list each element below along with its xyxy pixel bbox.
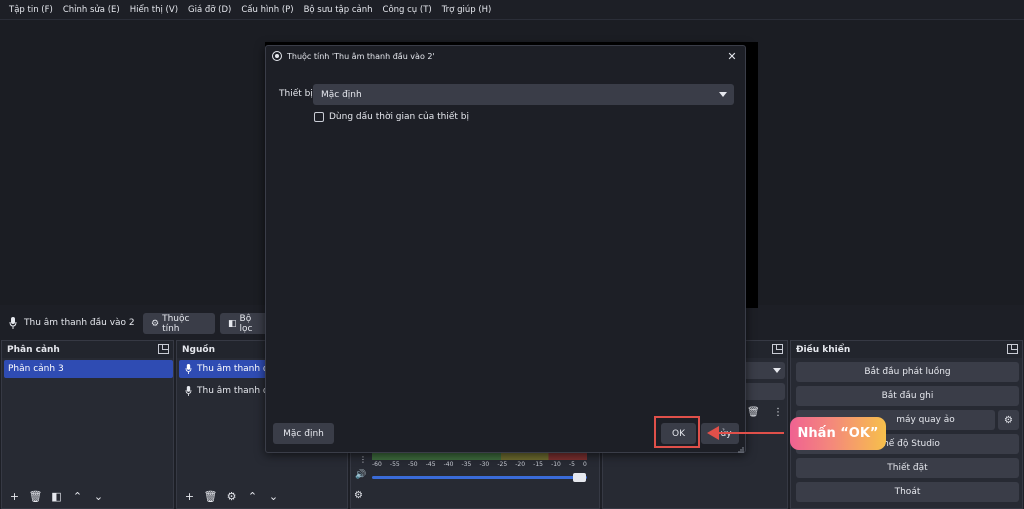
controls-dock-title: Điều khiển	[796, 344, 851, 355]
chevron-down-icon[interactable]: ⌄	[265, 489, 282, 504]
menu-file[interactable]: Tập tin (F)	[4, 5, 58, 15]
volume-slider[interactable]	[372, 476, 587, 479]
studio-mode-label: hế độ Studio	[883, 439, 940, 449]
properties-label: Thuộc tính	[162, 313, 190, 334]
microphone-icon	[185, 364, 192, 377]
annotation-arrow-line	[718, 432, 784, 434]
device-label: Thiết bị	[279, 89, 313, 99]
chevron-up-icon[interactable]: ⌃	[69, 489, 86, 504]
filter-icon: ◧	[228, 318, 237, 329]
undock-icon[interactable]	[772, 344, 783, 354]
trash-icon[interactable]: 🗑	[747, 407, 760, 418]
mixer-settings-icon[interactable]: ⚙	[354, 490, 363, 501]
scene-item[interactable]: Phân cảnh 3	[4, 360, 173, 378]
device-timestamp-checkbox[interactable]: Dùng dấu thời gian của thiết bị	[314, 112, 469, 122]
tick-label: -55	[389, 461, 400, 468]
selected-source-name: Thu âm thanh đầu vào 2	[24, 318, 135, 328]
add-icon[interactable]: +	[6, 489, 23, 504]
annotation-callout: Nhấn “OK”	[790, 417, 886, 450]
menu-view[interactable]: Hiển thị (V)	[125, 5, 183, 15]
tick-label: -35	[461, 461, 472, 468]
device-select[interactable]: Mặc định	[313, 84, 734, 105]
gear-icon: ⚙	[1004, 414, 1013, 426]
transition-select[interactable]	[743, 362, 785, 379]
dialog-title: Thuộc tính 'Thu âm thanh đầu vào 2'	[287, 51, 435, 61]
volume-meter-scale: -60 -55 -50 -45 -40 -35 -30 -25 -20 -15 …	[372, 461, 587, 468]
scenes-dock-title: Phân cảnh	[7, 344, 60, 355]
tick-label: -45	[425, 461, 436, 468]
virtual-camera-settings-button[interactable]: ⚙	[998, 410, 1019, 430]
device-select-value: Mặc định	[321, 89, 362, 100]
start-streaming-button[interactable]: Bắt đầu phát luồng	[796, 362, 1019, 382]
tick-label: -10	[551, 461, 561, 468]
annotation-arrow-icon	[707, 426, 719, 440]
undock-icon[interactable]	[158, 344, 169, 354]
filters-button[interactable]: ◧ Bộ lọc	[220, 313, 270, 334]
resize-grip-icon[interactable]	[738, 446, 744, 453]
scenes-dock: Phân cảnh Phân cảnh 3 + 🗑 ◧ ⌃ ⌄	[1, 340, 174, 509]
obs-logo-icon	[272, 51, 282, 61]
ok-highlight-box	[654, 416, 700, 448]
menu-docks[interactable]: Giá đỡ (D)	[183, 5, 236, 15]
sources-dock-title: Nguồn	[182, 344, 215, 355]
properties-button[interactable]: ⚙ Thuộc tính	[143, 313, 215, 334]
trash-icon[interactable]: 🗑	[27, 489, 44, 504]
filter-icon[interactable]: ◧	[48, 489, 65, 504]
settings-button[interactable]: Thiết đặt	[796, 458, 1019, 478]
menu-tools[interactable]: Công cụ (T)	[378, 5, 437, 15]
tick-label: -15	[533, 461, 543, 468]
menu-scene-collection[interactable]: Bộ sưu tập cảnh	[299, 5, 378, 15]
start-recording-button[interactable]: Bắt đầu ghi	[796, 386, 1019, 406]
chevron-down-icon	[716, 84, 730, 105]
menu-help[interactable]: Trợ giúp (H)	[437, 5, 497, 15]
gear-icon: ⚙	[151, 318, 160, 329]
properties-dialog: Thuộc tính 'Thu âm thanh đầu vào 2' ✕ Th…	[265, 45, 746, 453]
sources-dock-footer: + 🗑 ⚙ ⌃ ⌄	[181, 489, 282, 504]
duration-spinbox[interactable]	[743, 383, 785, 400]
tick-label: -40	[443, 461, 454, 468]
controls-dock-header: Điều khiển	[791, 341, 1022, 358]
tick-label: -30	[479, 461, 490, 468]
speaker-icon[interactable]: 🔊	[355, 470, 366, 480]
undock-icon[interactable]	[1007, 344, 1018, 354]
checkbox-box[interactable]	[314, 112, 324, 122]
add-icon[interactable]: +	[181, 489, 198, 504]
microphone-icon	[185, 386, 192, 399]
filters-label: Bộ lọc	[239, 313, 253, 334]
microphone-icon	[8, 317, 18, 329]
menu-bar: Tập tin (F) Chỉnh sửa (E) Hiển thị (V) G…	[0, 0, 1024, 19]
tick-label: -60	[372, 461, 382, 468]
chevron-down-icon	[773, 368, 781, 373]
volume-meter	[372, 452, 587, 460]
tick-label: -20	[515, 461, 526, 468]
chevron-down-icon[interactable]: ⌄	[90, 489, 107, 504]
kebab-menu-icon[interactable]: ⋮	[773, 407, 783, 418]
chevron-up-icon[interactable]: ⌃	[244, 489, 261, 504]
defaults-button[interactable]: Mặc định	[273, 423, 334, 444]
menu-profile[interactable]: Cấu hình (P)	[236, 5, 298, 15]
close-icon[interactable]: ✕	[725, 49, 739, 63]
volume-slider-handle[interactable]	[573, 473, 586, 482]
scenes-dock-header: Phân cảnh	[2, 341, 173, 358]
checkbox-label: Dùng dấu thời gian của thiết bị	[329, 112, 470, 122]
scenes-dock-footer: + 🗑 ◧ ⌃ ⌄	[6, 489, 107, 504]
kebab-menu-icon[interactable]: ⋮	[359, 455, 367, 464]
dialog-titlebar: Thuộc tính 'Thu âm thanh đầu vào 2'	[266, 46, 745, 66]
tick-label: -50	[407, 461, 418, 468]
menu-edit[interactable]: Chỉnh sửa (E)	[58, 5, 125, 15]
virtual-camera-label: máy quay ảo	[896, 415, 955, 425]
tick-label: 0	[583, 461, 587, 468]
exit-button[interactable]: Thoát	[796, 482, 1019, 502]
gear-icon[interactable]: ⚙	[223, 489, 240, 504]
trash-icon[interactable]: 🗑	[202, 489, 219, 504]
tick-label: -25	[497, 461, 508, 468]
tick-label: -5	[568, 461, 575, 468]
